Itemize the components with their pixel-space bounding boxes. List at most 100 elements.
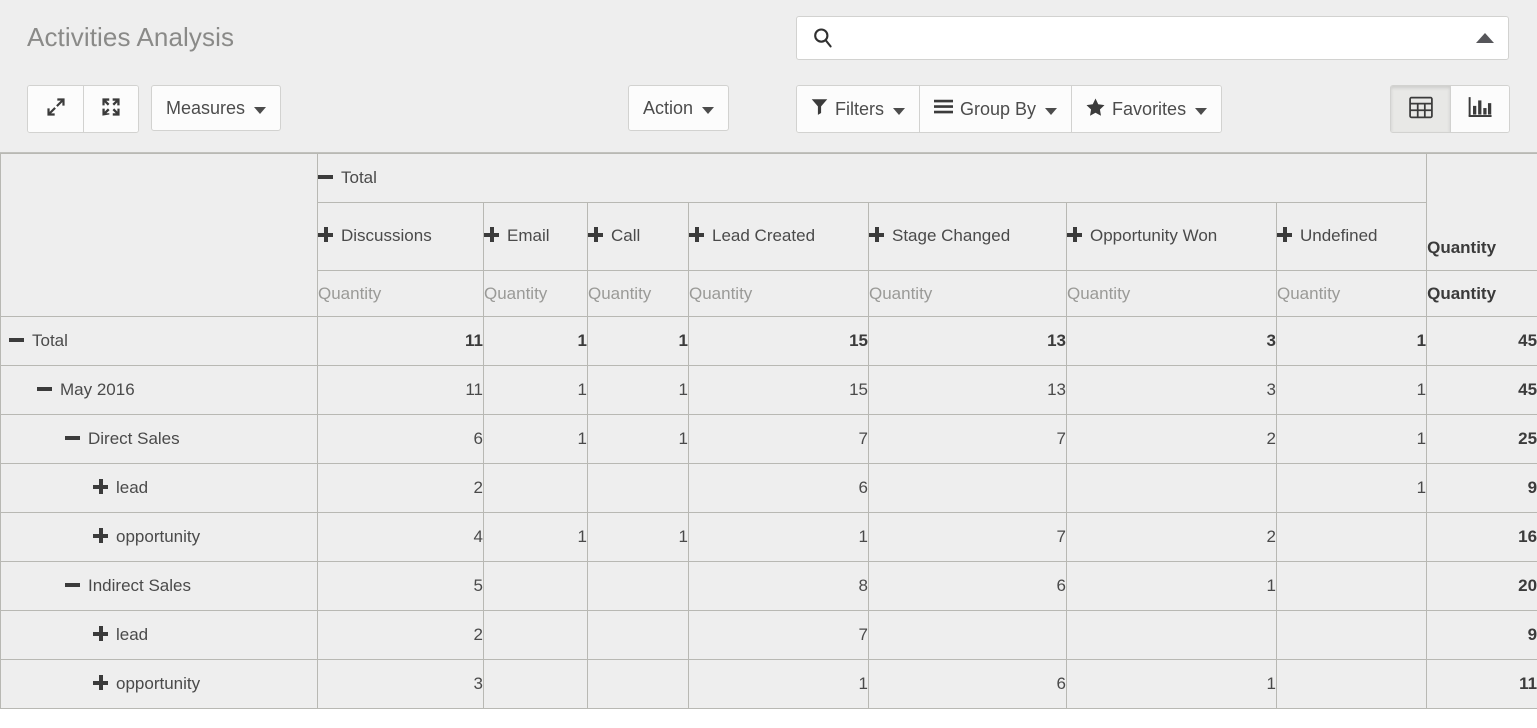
cell-value[interactable]: 1	[483, 512, 588, 562]
col-header-undefined[interactable]: Undefined	[1275, 202, 1428, 271]
expand-plus-icon[interactable]	[93, 479, 108, 494]
cell-value[interactable]: 7	[868, 414, 1067, 464]
expand-all-button[interactable]	[83, 86, 138, 132]
group-by-dropdown-button[interactable]: Group By	[919, 86, 1072, 132]
measure-header[interactable]: Quantity	[587, 270, 689, 317]
measure-header-grand-total[interactable]: Quantity	[1426, 270, 1537, 317]
cell-value[interactable]	[1275, 659, 1428, 709]
cell-value[interactable]: 3	[1066, 365, 1277, 415]
col-header-call[interactable]: Call	[587, 202, 689, 271]
cell-value[interactable]	[1066, 463, 1277, 513]
cell-value[interactable]: 1	[483, 365, 588, 415]
cell-value[interactable]: 1	[1275, 365, 1428, 415]
cell-value[interactable]: 1	[587, 316, 689, 366]
measure-header[interactable]: Quantity	[1275, 270, 1428, 317]
cell-value[interactable]: 2	[317, 610, 484, 660]
expand-plus-icon[interactable]	[93, 675, 108, 690]
cell-value[interactable]: 1	[587, 414, 689, 464]
cell-value[interactable]: 1	[483, 414, 588, 464]
collapse-minus-icon[interactable]	[318, 169, 333, 184]
cell-row-total[interactable]: 16	[1426, 512, 1537, 562]
row-header-opportunity[interactable]: opportunity	[0, 659, 318, 709]
cell-value[interactable]	[483, 561, 588, 611]
expand-plus-icon[interactable]	[318, 227, 333, 243]
cell-value[interactable]: 1	[688, 659, 869, 709]
collapse-minus-icon[interactable]	[65, 430, 80, 445]
col-header-email[interactable]: Email	[483, 202, 588, 271]
cell-value[interactable]	[483, 659, 588, 709]
filters-dropdown-button[interactable]: Filters	[797, 86, 919, 132]
cell-value[interactable]: 4	[317, 512, 484, 562]
cell-value[interactable]: 11	[317, 316, 484, 366]
view-switcher-pivot-button[interactable]	[1391, 86, 1450, 132]
col-header-stage-changed[interactable]: Stage Changed	[868, 202, 1067, 271]
cell-value[interactable]: 8	[688, 561, 869, 611]
col-header-opportunity-won[interactable]: Opportunity Won	[1066, 202, 1277, 271]
expand-plus-icon[interactable]	[1277, 227, 1292, 243]
cell-value[interactable]: 7	[868, 512, 1067, 562]
cell-value[interactable]: 1	[1066, 659, 1277, 709]
cell-row-total[interactable]: 20	[1426, 561, 1537, 611]
measure-header[interactable]: Quantity	[317, 270, 484, 317]
cell-value[interactable]: 3	[1066, 316, 1277, 366]
row-header-may-2016[interactable]: May 2016	[0, 365, 318, 415]
cell-row-total[interactable]: 9	[1426, 463, 1537, 513]
row-header-opportunity[interactable]: opportunity	[0, 512, 318, 562]
row-header-lead[interactable]: lead	[0, 610, 318, 660]
collapse-minus-icon[interactable]	[9, 332, 24, 347]
expand-plus-icon[interactable]	[93, 626, 108, 641]
measure-header[interactable]: Quantity	[483, 270, 588, 317]
cell-value[interactable]: 6	[317, 414, 484, 464]
cell-value[interactable]	[1275, 512, 1428, 562]
cell-value[interactable]: 7	[688, 414, 869, 464]
cell-value[interactable]: 1	[688, 512, 869, 562]
expand-plus-icon[interactable]	[869, 227, 884, 243]
cell-value[interactable]	[483, 610, 588, 660]
cell-value[interactable]	[483, 463, 588, 513]
expand-plus-icon[interactable]	[1067, 227, 1082, 243]
expand-plus-icon[interactable]	[689, 227, 704, 243]
cell-value[interactable]: 11	[317, 365, 484, 415]
cell-value[interactable]: 1	[587, 512, 689, 562]
cell-row-total[interactable]: 45	[1426, 365, 1537, 415]
cell-value[interactable]: 15	[688, 316, 869, 366]
measure-header[interactable]: Quantity	[688, 270, 869, 317]
cell-value[interactable]	[1275, 610, 1428, 660]
cell-value[interactable]: 3	[317, 659, 484, 709]
cell-value[interactable]: 2	[1066, 512, 1277, 562]
cell-value[interactable]: 5	[317, 561, 484, 611]
cell-value[interactable]: 2	[317, 463, 484, 513]
row-header-lead[interactable]: lead	[0, 463, 318, 513]
col-group-total-header[interactable]: Total	[316, 153, 1428, 203]
expand-header-button[interactable]	[28, 86, 83, 132]
collapse-minus-icon[interactable]	[37, 381, 52, 396]
cell-value[interactable]	[1275, 561, 1428, 611]
favorites-dropdown-button[interactable]: Favorites	[1071, 86, 1222, 132]
cell-value[interactable]	[868, 463, 1067, 513]
cell-value[interactable]: 7	[688, 610, 869, 660]
cell-value[interactable]: 1	[1066, 561, 1277, 611]
expand-plus-icon[interactable]	[484, 227, 499, 243]
cell-value[interactable]	[587, 659, 689, 709]
cell-value[interactable]: 6	[868, 659, 1067, 709]
row-header-direct-sales[interactable]: Direct Sales	[0, 414, 318, 464]
search-input[interactable]	[845, 17, 1465, 59]
view-switcher-graph-button[interactable]	[1450, 86, 1509, 132]
cell-value[interactable]	[1066, 610, 1277, 660]
cell-value[interactable]: 1	[1275, 463, 1428, 513]
measure-header[interactable]: Quantity	[868, 270, 1067, 317]
search-view[interactable]	[796, 16, 1509, 60]
expand-plus-icon[interactable]	[588, 227, 603, 243]
cell-value[interactable]	[587, 610, 689, 660]
cell-row-total[interactable]: 9	[1426, 610, 1537, 660]
cell-value[interactable]: 6	[868, 561, 1067, 611]
row-header-indirect-sales[interactable]: Indirect Sales	[0, 561, 318, 611]
cell-value[interactable]: 2	[1066, 414, 1277, 464]
cell-row-total[interactable]: 25	[1426, 414, 1537, 464]
cell-value[interactable]	[868, 610, 1067, 660]
cell-value[interactable]: 1	[1275, 316, 1428, 366]
row-header-total[interactable]: Total	[0, 316, 318, 366]
cell-value[interactable]	[587, 561, 689, 611]
cell-value[interactable]: 6	[688, 463, 869, 513]
cell-value[interactable]: 13	[868, 365, 1067, 415]
